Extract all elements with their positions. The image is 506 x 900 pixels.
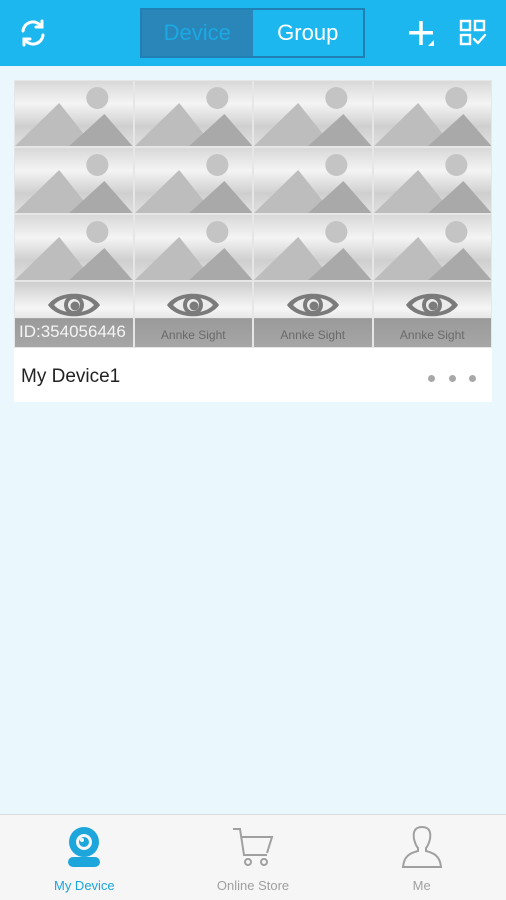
- more-options-button[interactable]: [428, 366, 476, 390]
- image-placeholder-icon: [373, 87, 491, 146]
- brand-label: Annke Sight: [280, 328, 346, 342]
- channel-placeholder[interactable]: [134, 215, 252, 280]
- nav-online-store[interactable]: Online Store: [169, 815, 338, 900]
- channel-tile[interactable]: Annke Sight: [134, 282, 252, 347]
- image-placeholder-icon: [254, 221, 372, 280]
- nav-me[interactable]: Me: [337, 815, 506, 900]
- refresh-icon: [21, 19, 45, 47]
- brand-label: Annke Sight: [399, 328, 465, 342]
- channel-tile[interactable]: ID:354056446: [15, 282, 133, 347]
- device-id-label: ID:354056446: [19, 322, 126, 341]
- channel-placeholder[interactable]: [134, 81, 252, 146]
- device-group-switch: Device Group: [140, 8, 365, 58]
- nav-me-label: Me: [412, 878, 431, 893]
- image-placeholder-icon: [134, 154, 252, 213]
- device-name: My Device1: [21, 366, 121, 387]
- cart-icon: [233, 828, 274, 866]
- channel-placeholder[interactable]: [15, 81, 133, 146]
- channel-placeholder[interactable]: [15, 148, 133, 213]
- image-placeholder-icon: [373, 221, 491, 280]
- qr-scan-icon: [459, 19, 487, 46]
- tab-group[interactable]: Group: [252, 10, 363, 56]
- eye-icon: [167, 293, 220, 317]
- refresh-button[interactable]: [14, 14, 52, 52]
- plus-icon: [409, 21, 434, 46]
- eye-icon: [47, 293, 100, 317]
- image-placeholder-icon: [15, 154, 133, 213]
- image-placeholder-icon: [134, 221, 252, 280]
- tab-device[interactable]: Device: [142, 10, 253, 56]
- channel-tile[interactable]: Annke Sight: [254, 282, 372, 347]
- image-placeholder-icon: [134, 87, 252, 146]
- channel-placeholder[interactable]: [254, 148, 372, 213]
- more-dot: [469, 374, 476, 382]
- device-card[interactable]: ID:354056446 Annke Sight Annke Sight Annke …: [14, 80, 492, 402]
- more-dot: [448, 374, 456, 382]
- channel-tile[interactable]: Annke Sight: [373, 282, 491, 347]
- channel-placeholder[interactable]: [373, 215, 491, 280]
- channel-placeholder[interactable]: [373, 81, 491, 146]
- channel-placeholder[interactable]: [373, 148, 491, 213]
- channel-placeholder[interactable]: [15, 215, 133, 280]
- channel-placeholder[interactable]: [254, 215, 372, 280]
- brand-label: Annke Sight: [160, 328, 226, 342]
- channel-placeholder[interactable]: [254, 81, 372, 146]
- eye-icon: [406, 293, 459, 317]
- user-icon: [401, 825, 442, 868]
- image-placeholder-icon: [15, 221, 133, 280]
- nav-my-device[interactable]: My Device: [0, 815, 169, 900]
- nav-my-device-label: My Device: [53, 878, 115, 893]
- channel-placeholder[interactable]: [134, 148, 252, 213]
- image-placeholder-icon: [254, 87, 372, 146]
- top-bar: Device Group: [0, 0, 506, 66]
- scan-button[interactable]: [454, 14, 492, 52]
- image-placeholder-icon: [373, 154, 491, 213]
- bottom-navigation: My Device Online Store Me: [0, 814, 506, 900]
- more-dot: [428, 374, 435, 382]
- add-device-button[interactable]: [402, 14, 440, 52]
- image-placeholder-icon: [15, 87, 133, 146]
- channel-grid: ID:354056446 Annke Sight Annke Sight Annke …: [14, 80, 492, 348]
- eye-icon: [286, 293, 339, 317]
- camera-icon: [68, 827, 101, 867]
- nav-online-store-label: Online Store: [216, 878, 290, 893]
- image-placeholder-icon: [254, 154, 372, 213]
